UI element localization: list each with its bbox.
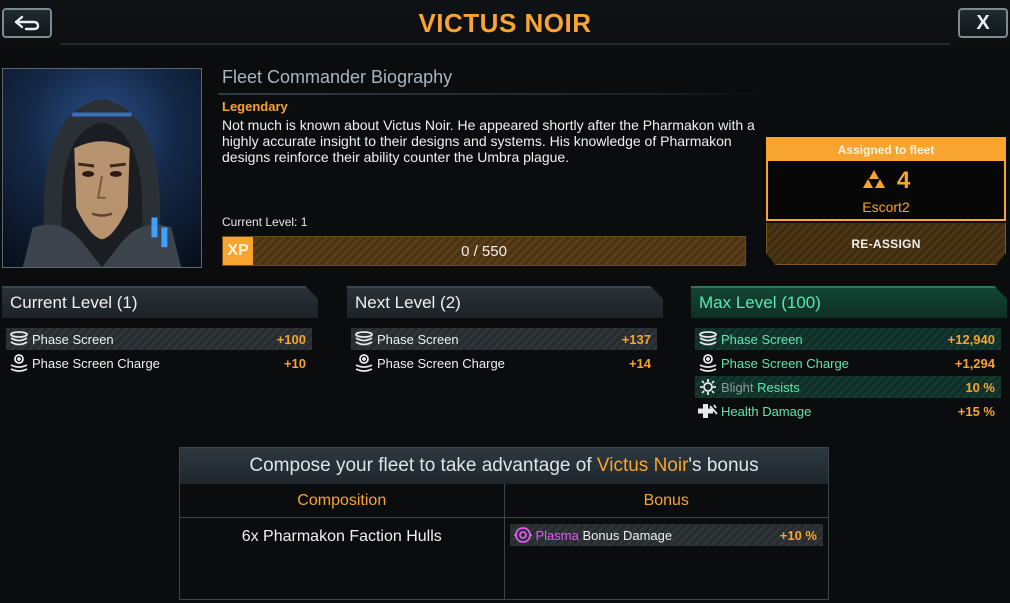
stat-row: Phase Screen +100 [6, 328, 312, 350]
stat-value: +14 [628, 355, 651, 371]
bonus-columns: Composition Bonus [180, 484, 828, 518]
next-level-panel: Next Level (2) Phase Screen +137 Phase S… [347, 286, 663, 374]
fleet-number-value: 4 [896, 167, 911, 194]
phase-screen-charge-icon [697, 354, 719, 372]
xp-text: 0 / 550 [461, 243, 507, 260]
phase-screen-icon [353, 330, 375, 348]
blight-icon [697, 378, 719, 396]
fleet-number: 4 [768, 167, 1004, 195]
stat-name: Blight Resists [721, 380, 965, 395]
bio-heading: Fleet Commander Biography [222, 67, 453, 87]
bonus-heading: Compose your fleet to take advantage of … [180, 448, 828, 484]
stat-row: Phase Screen Charge +14 [351, 352, 657, 374]
reassign-button[interactable]: RE-ASSIGN [766, 223, 1006, 265]
health-damage-icon [697, 402, 719, 420]
fleet-name: Escort2 [862, 199, 910, 215]
bonus-heading-commander: Victus Noir [596, 455, 689, 476]
stat-name: Phase Screen Charge [721, 355, 849, 371]
stat-value: +1,294 [954, 355, 995, 371]
portrait-image [22, 98, 182, 267]
stat-name: Health Damage [721, 403, 812, 419]
stat-row: Health Damage +15 % [695, 400, 1001, 422]
composition-text: 6x Pharmakon Faction Hulls [241, 528, 442, 545]
commander-portrait [2, 68, 202, 268]
stat-value: +100 [276, 331, 306, 347]
bonus-heading-pre: Compose your fleet to take advantage of [249, 455, 597, 476]
bonus-body: 6x Pharmakon Faction Hulls Plasma Bonus … [180, 518, 828, 600]
stat-name: Phase Screen [377, 331, 459, 347]
composition-column-header: Composition [297, 492, 387, 509]
rarity-label: Legendary [222, 99, 288, 114]
phase-screen-charge-icon [8, 354, 30, 372]
stat-row: Blight Resists 10 % [695, 376, 1001, 398]
bonus-column-header: Bonus [503, 484, 829, 517]
stat-row: Phase Screen +12,940 [695, 328, 1001, 350]
bonus-value: +10 % [779, 527, 817, 543]
bonus-heading-post: 's bonus [688, 455, 759, 476]
fleet-bonus-table: Compose your fleet to take advantage of … [179, 447, 829, 600]
close-button[interactable]: X [958, 8, 1008, 38]
fleet-panel-header: Assigned to fleet [768, 139, 1004, 161]
phase-screen-icon [8, 330, 30, 348]
bio-divider [218, 93, 758, 95]
stat-row: Phase Screen Charge +10 [6, 352, 312, 374]
stat-value: +137 [621, 331, 651, 347]
phase-screen-icon [697, 330, 719, 348]
bonus-row: Plasma Bonus Damage +10 % [509, 524, 823, 546]
stat-row: Phase Screen +137 [351, 328, 657, 350]
stat-name: Phase Screen Charge [377, 355, 505, 371]
stat-name: Phase Screen Charge [32, 355, 160, 371]
stat-value: +10 [283, 355, 306, 371]
stat-value: +15 % [957, 403, 995, 419]
assigned-fleet-panel: Assigned to fleet 4 Escort2 [766, 137, 1006, 221]
plasma-icon [512, 526, 534, 544]
max-level-title: Max Level (100) [691, 286, 1007, 318]
blight-label: Blight [721, 379, 754, 395]
fleet-rank-icon [862, 170, 891, 192]
xp-progress-bar: XP 0 / 550 [222, 236, 746, 266]
composition-cell: 6x Pharmakon Faction Hulls [180, 518, 504, 600]
bonus-type: Plasma [535, 527, 579, 543]
header-divider [60, 43, 950, 45]
stat-row: Phase Screen Charge +1,294 [695, 352, 1001, 374]
stat-value: 10 % [965, 379, 995, 395]
stat-name: Phase Screen [32, 331, 114, 347]
stat-name: Phase Screen [721, 331, 803, 347]
current-level-label: Current Level: 1 [222, 215, 308, 229]
bio-text: Not much is known about Victus Noir. He … [222, 117, 755, 165]
bonus-name: Bonus Damage [582, 527, 673, 543]
bonus-cell: Plasma Bonus Damage +10 % [503, 518, 829, 600]
next-level-title: Next Level (2) [347, 286, 663, 318]
resists-label: Resists [757, 379, 800, 395]
current-level-title: Current Level (1) [2, 286, 318, 318]
max-level-panel: Max Level (100) Phase Screen +12,940 Pha… [691, 286, 1007, 422]
current-level-panel: Current Level (1) Phase Screen +100 Phas… [2, 286, 318, 374]
stat-value: +12,940 [947, 331, 995, 347]
page-title: VICTUS NOIR [418, 8, 592, 38]
phase-screen-charge-icon [353, 354, 375, 372]
